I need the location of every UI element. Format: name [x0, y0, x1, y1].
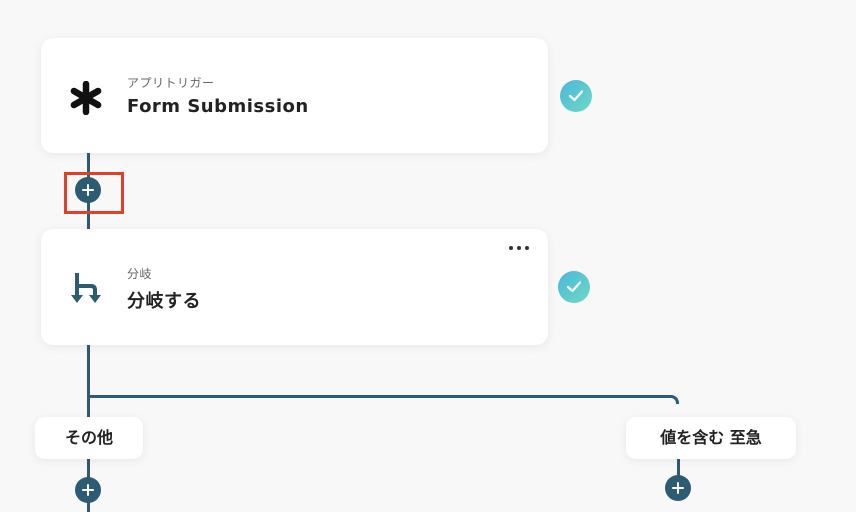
add-step-button-left-branch[interactable] — [75, 477, 101, 503]
check-icon — [566, 281, 582, 293]
add-step-button[interactable] — [75, 177, 101, 203]
workflow-canvas: アプリトリガー Form Submission 分岐 分岐する その他 値を含む… — [0, 0, 856, 512]
add-step-button-right-branch[interactable] — [665, 475, 691, 501]
check-icon — [568, 90, 584, 102]
step-title: Form Submission — [127, 96, 309, 117]
trigger-step-card[interactable]: アプリトリガー Form Submission — [41, 38, 548, 153]
branch-step-card[interactable]: 分岐 分岐する — [41, 229, 548, 345]
branch-icon — [71, 273, 101, 303]
step-type-label: アプリトリガー — [127, 76, 215, 90]
branch-status-badge — [558, 271, 590, 303]
branch-connector-line — [87, 395, 679, 404]
step-type-label: 分岐 — [127, 267, 153, 281]
branch-label-urgent[interactable]: 値を含む 至急 — [626, 417, 796, 459]
branch-label-other[interactable]: その他 — [35, 417, 143, 459]
more-icon[interactable] — [508, 243, 530, 253]
trigger-status-badge — [560, 80, 592, 112]
asterisk-icon — [70, 81, 102, 115]
step-title: 分岐する — [127, 291, 201, 312]
